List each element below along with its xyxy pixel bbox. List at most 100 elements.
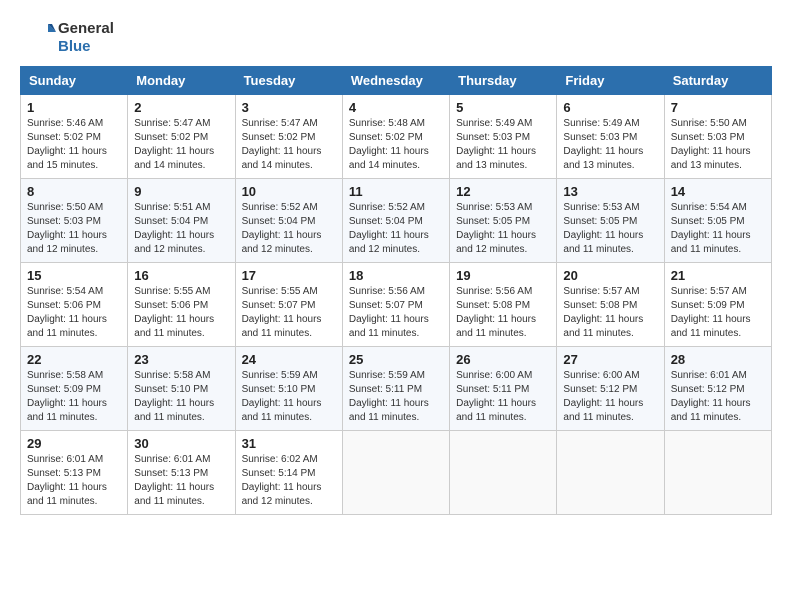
day-cell: 18 Sunrise: 5:56 AM Sunset: 5:07 PM Dayli… bbox=[342, 263, 449, 347]
day-info: Sunrise: 5:50 AM Sunset: 5:03 PM Dayligh… bbox=[27, 201, 121, 257]
day-info: Sunrise: 5:53 AM Sunset: 5:05 PM Dayligh… bbox=[563, 201, 657, 257]
col-header-wednesday: Wednesday bbox=[342, 67, 449, 95]
day-cell: 22 Sunrise: 5:58 AM Sunset: 5:09 PM Dayli… bbox=[21, 347, 128, 431]
day-cell: 5Sunrise: 5:49 AM Sunset: 5:03 PM Daylig… bbox=[450, 95, 557, 179]
col-header-monday: Monday bbox=[128, 67, 235, 95]
day-number: 14 bbox=[671, 184, 765, 199]
week-row-1: 1 Sunrise: 5:46 AM Sunset: 5:02 PM Daylig… bbox=[21, 95, 772, 179]
day-info: Sunrise: 5:59 AM Sunset: 5:11 PM Dayligh… bbox=[349, 369, 443, 425]
day-info: Sunrise: 5:58 AM Sunset: 5:09 PM Dayligh… bbox=[27, 369, 121, 425]
day-number: 27 bbox=[563, 352, 657, 367]
day-info: Sunrise: 5:55 AM Sunset: 5:07 PM Dayligh… bbox=[242, 285, 336, 341]
day-number: 30 bbox=[134, 436, 228, 451]
day-cell: 19 Sunrise: 5:56 AM Sunset: 5:08 PM Dayli… bbox=[450, 263, 557, 347]
day-number: 17 bbox=[242, 268, 336, 283]
day-info: Sunrise: 5:47 AM Sunset: 5:02 PM Dayligh… bbox=[134, 117, 228, 173]
day-cell: 15 Sunrise: 5:54 AM Sunset: 5:06 PM Dayli… bbox=[21, 263, 128, 347]
day-info: Sunrise: 5:46 AM Sunset: 5:02 PM Dayligh… bbox=[27, 117, 121, 173]
day-number: 21 bbox=[671, 268, 765, 283]
day-number: 1 bbox=[27, 100, 121, 115]
day-cell: 27 Sunrise: 6:00 AM Sunset: 5:12 PM Dayli… bbox=[557, 347, 664, 431]
day-cell: 31 Sunrise: 6:02 AM Sunset: 5:14 PM Dayli… bbox=[235, 431, 342, 515]
day-info: Sunrise: 5:47 AM Sunset: 5:02 PM Dayligh… bbox=[242, 117, 336, 173]
day-info: Sunrise: 5:51 AM Sunset: 5:04 PM Dayligh… bbox=[134, 201, 228, 257]
day-cell: 24Sunrise: 5:59 AM Sunset: 5:10 PM Dayli… bbox=[235, 347, 342, 431]
day-cell: 23 Sunrise: 5:58 AM Sunset: 5:10 PM Dayli… bbox=[128, 347, 235, 431]
day-number: 12 bbox=[456, 184, 550, 199]
day-cell: 4 Sunrise: 5:48 AM Sunset: 5:02 PM Daylig… bbox=[342, 95, 449, 179]
day-cell: 6Sunrise: 5:49 AM Sunset: 5:03 PM Daylig… bbox=[557, 95, 664, 179]
week-row-3: 15 Sunrise: 5:54 AM Sunset: 5:06 PM Dayli… bbox=[21, 263, 772, 347]
day-cell bbox=[342, 431, 449, 515]
day-cell: 10Sunrise: 5:52 AM Sunset: 5:04 PM Dayli… bbox=[235, 179, 342, 263]
logo-line1: General bbox=[58, 20, 114, 38]
logo-line2: Blue bbox=[58, 38, 114, 56]
day-number: 31 bbox=[242, 436, 336, 451]
day-number: 25 bbox=[349, 352, 443, 367]
day-info: Sunrise: 5:56 AM Sunset: 5:08 PM Dayligh… bbox=[456, 285, 550, 341]
day-info: Sunrise: 6:00 AM Sunset: 5:12 PM Dayligh… bbox=[563, 369, 657, 425]
day-info: Sunrise: 5:53 AM Sunset: 5:05 PM Dayligh… bbox=[456, 201, 550, 257]
day-number: 24 bbox=[242, 352, 336, 367]
day-cell bbox=[450, 431, 557, 515]
col-header-tuesday: Tuesday bbox=[235, 67, 342, 95]
day-cell: 21 Sunrise: 5:57 AM Sunset: 5:09 PM Dayli… bbox=[664, 263, 771, 347]
day-info: Sunrise: 5:50 AM Sunset: 5:03 PM Dayligh… bbox=[671, 117, 765, 173]
col-header-saturday: Saturday bbox=[664, 67, 771, 95]
day-info: Sunrise: 5:54 AM Sunset: 5:06 PM Dayligh… bbox=[27, 285, 121, 341]
day-info: Sunrise: 6:02 AM Sunset: 5:14 PM Dayligh… bbox=[242, 453, 336, 509]
day-info: Sunrise: 5:52 AM Sunset: 5:04 PM Dayligh… bbox=[242, 201, 336, 257]
day-number: 16 bbox=[134, 268, 228, 283]
day-cell bbox=[664, 431, 771, 515]
day-cell: 1 Sunrise: 5:46 AM Sunset: 5:02 PM Daylig… bbox=[21, 95, 128, 179]
day-cell: 20 Sunrise: 5:57 AM Sunset: 5:08 PM Dayli… bbox=[557, 263, 664, 347]
day-info: Sunrise: 6:01 AM Sunset: 5:13 PM Dayligh… bbox=[134, 453, 228, 509]
day-cell: 7 Sunrise: 5:50 AM Sunset: 5:03 PM Daylig… bbox=[664, 95, 771, 179]
day-info: Sunrise: 6:01 AM Sunset: 5:13 PM Dayligh… bbox=[27, 453, 121, 509]
week-row-2: 8 Sunrise: 5:50 AM Sunset: 5:03 PM Daylig… bbox=[21, 179, 772, 263]
day-info: Sunrise: 5:57 AM Sunset: 5:08 PM Dayligh… bbox=[563, 285, 657, 341]
day-cell: 9 Sunrise: 5:51 AM Sunset: 5:04 PM Daylig… bbox=[128, 179, 235, 263]
day-number: 13 bbox=[563, 184, 657, 199]
week-row-5: 29 Sunrise: 6:01 AM Sunset: 5:13 PM Dayli… bbox=[21, 431, 772, 515]
logo: General Blue bbox=[20, 20, 114, 56]
day-number: 7 bbox=[671, 100, 765, 115]
day-info: Sunrise: 5:57 AM Sunset: 5:09 PM Dayligh… bbox=[671, 285, 765, 341]
day-cell: 2 Sunrise: 5:47 AM Sunset: 5:02 PM Daylig… bbox=[128, 95, 235, 179]
day-info: Sunrise: 5:52 AM Sunset: 5:04 PM Dayligh… bbox=[349, 201, 443, 257]
day-cell: 3 Sunrise: 5:47 AM Sunset: 5:02 PM Daylig… bbox=[235, 95, 342, 179]
col-header-thursday: Thursday bbox=[450, 67, 557, 95]
day-number: 23 bbox=[134, 352, 228, 367]
day-number: 8 bbox=[27, 184, 121, 199]
day-number: 18 bbox=[349, 268, 443, 283]
day-cell: 11 Sunrise: 5:52 AM Sunset: 5:04 PM Dayli… bbox=[342, 179, 449, 263]
day-cell: 8 Sunrise: 5:50 AM Sunset: 5:03 PM Daylig… bbox=[21, 179, 128, 263]
day-number: 15 bbox=[27, 268, 121, 283]
day-info: Sunrise: 6:01 AM Sunset: 5:12 PM Dayligh… bbox=[671, 369, 765, 425]
day-number: 19 bbox=[456, 268, 550, 283]
day-cell: 12 Sunrise: 5:53 AM Sunset: 5:05 PM Dayli… bbox=[450, 179, 557, 263]
day-number: 2 bbox=[134, 100, 228, 115]
day-cell: 14 Sunrise: 5:54 AM Sunset: 5:05 PM Dayli… bbox=[664, 179, 771, 263]
day-cell: 25 Sunrise: 5:59 AM Sunset: 5:11 PM Dayli… bbox=[342, 347, 449, 431]
day-cell: 17 Sunrise: 5:55 AM Sunset: 5:07 PM Dayli… bbox=[235, 263, 342, 347]
col-header-sunday: Sunday bbox=[21, 67, 128, 95]
day-info: Sunrise: 5:48 AM Sunset: 5:02 PM Dayligh… bbox=[349, 117, 443, 173]
day-number: 9 bbox=[134, 184, 228, 199]
day-number: 28 bbox=[671, 352, 765, 367]
day-info: Sunrise: 5:49 AM Sunset: 5:03 PM Dayligh… bbox=[563, 117, 657, 173]
day-info: Sunrise: 5:56 AM Sunset: 5:07 PM Dayligh… bbox=[349, 285, 443, 341]
day-cell: 30 Sunrise: 6:01 AM Sunset: 5:13 PM Dayli… bbox=[128, 431, 235, 515]
day-info: Sunrise: 5:55 AM Sunset: 5:06 PM Dayligh… bbox=[134, 285, 228, 341]
day-cell: 13 Sunrise: 5:53 AM Sunset: 5:05 PM Dayli… bbox=[557, 179, 664, 263]
day-info: Sunrise: 5:54 AM Sunset: 5:05 PM Dayligh… bbox=[671, 201, 765, 257]
day-cell: 29 Sunrise: 6:01 AM Sunset: 5:13 PM Dayli… bbox=[21, 431, 128, 515]
day-number: 4 bbox=[349, 100, 443, 115]
day-number: 22 bbox=[27, 352, 121, 367]
page-header: General Blue bbox=[20, 20, 772, 56]
day-info: Sunrise: 5:58 AM Sunset: 5:10 PM Dayligh… bbox=[134, 369, 228, 425]
day-number: 20 bbox=[563, 268, 657, 283]
day-number: 3 bbox=[242, 100, 336, 115]
day-number: 29 bbox=[27, 436, 121, 451]
day-number: 11 bbox=[349, 184, 443, 199]
